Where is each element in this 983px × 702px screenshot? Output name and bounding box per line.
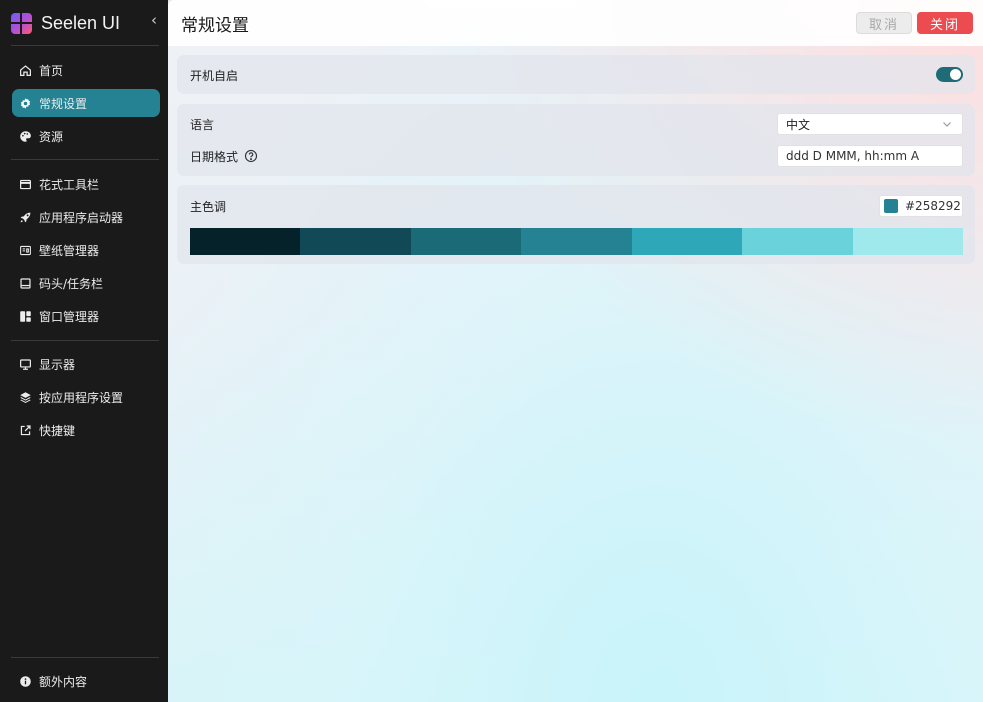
page-title: 常规设置 bbox=[181, 16, 249, 36]
date-format-label: 日期格式 bbox=[190, 150, 239, 164]
page-header: 常规设置 取消 关闭 bbox=[168, 0, 983, 46]
language-select[interactable]: 中文 bbox=[777, 113, 963, 135]
palette-shade bbox=[300, 228, 411, 255]
cancel-button[interactable]: 取消 bbox=[856, 12, 912, 34]
sidebar-item-label: 额外内容 bbox=[39, 674, 88, 689]
palette-icon bbox=[19, 130, 32, 143]
sidebar-item-shortcuts[interactable]: 快捷键 bbox=[12, 416, 160, 444]
sidebar-item-window-manager[interactable]: 窗口管理器 bbox=[12, 302, 160, 330]
monitor-icon bbox=[19, 358, 32, 371]
layers-icon bbox=[19, 391, 32, 404]
rocket-icon bbox=[19, 211, 32, 224]
toolbar-icon bbox=[19, 178, 32, 191]
palette-shade bbox=[742, 228, 853, 255]
accent-color-picker[interactable]: #258292 bbox=[879, 195, 963, 217]
sidebar-item-app-launcher[interactable]: 应用程序启动器 bbox=[12, 203, 160, 231]
autostart-toggle[interactable] bbox=[936, 67, 963, 82]
sidebar-item-label: 窗口管理器 bbox=[39, 309, 100, 324]
sidebar-item-fancy-toolbar[interactable]: 花式工具栏 bbox=[12, 170, 160, 198]
palette-shade bbox=[852, 228, 963, 255]
sidebar-item-resources[interactable]: 资源 bbox=[12, 122, 160, 150]
app-title: Seelen UI bbox=[41, 12, 121, 33]
sidebar-item-label: 资源 bbox=[39, 129, 64, 144]
sidebar-item-wallpaper-manager[interactable]: 壁纸管理器 bbox=[12, 236, 160, 264]
sidebar-item-label: 快捷键 bbox=[39, 423, 76, 438]
sidebar-item-general-settings[interactable]: 常规设置 bbox=[12, 89, 160, 117]
accent-color-label: 主色调 bbox=[190, 200, 227, 214]
sidebar-divider bbox=[11, 45, 159, 46]
autostart-card: 开机自启 bbox=[177, 55, 975, 94]
info-icon bbox=[19, 675, 32, 688]
collapse-sidebar-button[interactable]: ‹ bbox=[151, 11, 157, 29]
language-label: 语言 bbox=[190, 118, 215, 132]
sidebar-divider bbox=[11, 340, 159, 341]
sidebar-item-label: 首页 bbox=[39, 63, 64, 78]
toggle-knob bbox=[950, 69, 961, 80]
sidebar-item-label: 码头/任务栏 bbox=[39, 276, 104, 291]
sidebar-item-dock-taskbar[interactable]: 码头/任务栏 bbox=[12, 269, 160, 297]
seelen-logo bbox=[11, 12, 32, 34]
main-panel: 常规设置 取消 关闭 开机自启 语言 中文 日期格式 主色调 #258292 bbox=[168, 0, 983, 702]
sidebar-item-extras[interactable]: 额外内容 bbox=[12, 667, 160, 695]
sidebar-item-label: 常规设置 bbox=[39, 96, 88, 111]
home-icon bbox=[19, 64, 32, 77]
gear-icon bbox=[19, 97, 32, 110]
date-format-input[interactable] bbox=[777, 145, 963, 167]
palette-shade bbox=[410, 228, 522, 255]
accent-palette bbox=[190, 228, 963, 255]
dock-icon bbox=[19, 277, 32, 290]
sidebar: Seelen UI ‹ 首页 常规设置 资源 花式工具栏 应用程序启动器 壁纸管… bbox=[0, 0, 168, 702]
palette-shade bbox=[521, 228, 632, 255]
sidebar-item-label: 显示器 bbox=[39, 357, 76, 372]
sidebar-item-label: 壁纸管理器 bbox=[39, 243, 100, 258]
sidebar-item-label: 花式工具栏 bbox=[39, 177, 100, 192]
palette-shade bbox=[190, 228, 301, 255]
close-button[interactable]: 关闭 bbox=[917, 12, 973, 34]
palette-shade bbox=[631, 228, 743, 255]
help-icon[interactable] bbox=[244, 149, 258, 163]
sidebar-divider bbox=[11, 159, 159, 160]
sidebar-item-monitors[interactable]: 显示器 bbox=[12, 350, 160, 378]
color-swatch bbox=[884, 199, 898, 213]
accent-color-card: 主色调 #258292 bbox=[177, 185, 975, 264]
sidebar-item-home[interactable]: 首页 bbox=[12, 56, 160, 84]
sidebar-item-label: 应用程序启动器 bbox=[39, 210, 124, 225]
date-format-label-row: 日期格式 bbox=[190, 148, 258, 165]
chevron-down-icon bbox=[943, 122, 951, 127]
autostart-label: 开机自启 bbox=[190, 69, 239, 83]
sidebar-item-label: 按应用程序设置 bbox=[39, 390, 124, 405]
accent-hex-value: #258292 bbox=[905, 199, 961, 213]
locale-card: 语言 中文 日期格式 bbox=[177, 104, 975, 176]
external-link-icon bbox=[19, 424, 32, 437]
window-notch bbox=[425, 0, 579, 7]
sidebar-item-app-settings[interactable]: 按应用程序设置 bbox=[12, 383, 160, 411]
app-header: Seelen UI ‹ bbox=[11, 10, 161, 36]
wallpaper-icon bbox=[19, 244, 32, 257]
window-manager-icon bbox=[19, 310, 32, 323]
language-value: 中文 bbox=[786, 117, 811, 132]
sidebar-divider bbox=[11, 657, 159, 658]
